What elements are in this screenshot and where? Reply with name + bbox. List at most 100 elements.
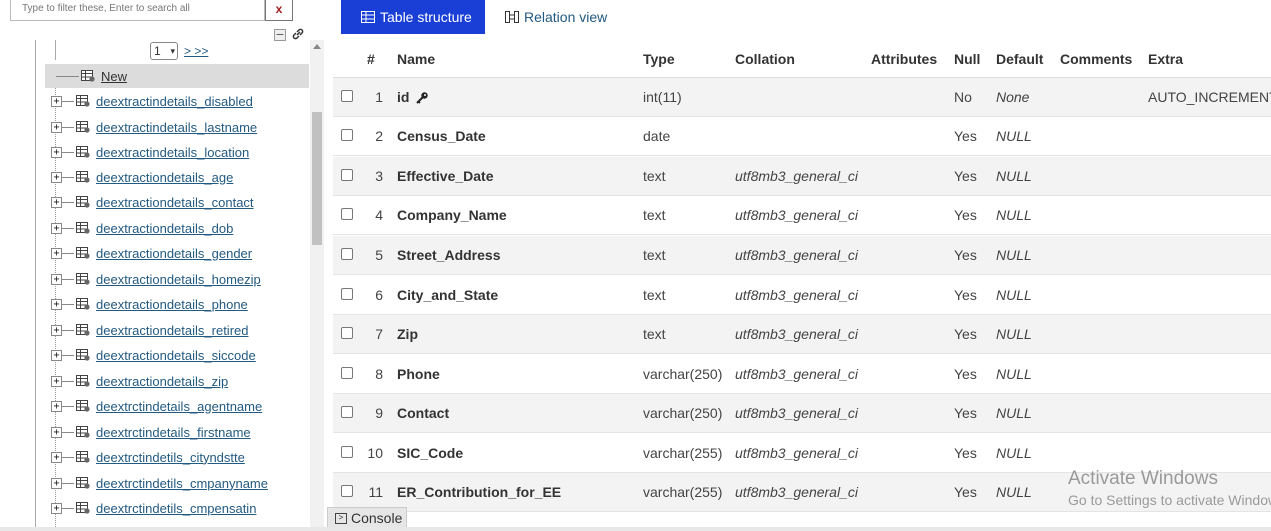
column-header-null[interactable]: Null <box>954 51 980 67</box>
row-checkbox[interactable] <box>341 248 353 260</box>
tree-item-new[interactable]: New <box>45 64 309 88</box>
expand-icon[interactable]: + <box>51 451 62 463</box>
tree-item-label[interactable]: deextractindetails_disabled <box>96 94 253 109</box>
column-collation: utf8mb3_general_ci <box>735 445 858 461</box>
table-icon <box>76 451 90 463</box>
tree-item-table[interactable]: + deextractiondetails_zip <box>45 369 309 393</box>
expand-icon[interactable]: + <box>51 298 62 310</box>
row-checkbox[interactable] <box>341 406 353 418</box>
tree-item-label[interactable]: deextractiondetails_dob <box>96 221 233 236</box>
tree-item-label[interactable]: deextrctindetils_cmpensatin <box>96 501 256 516</box>
tree-item-table[interactable]: + deextractiondetails_siccode <box>45 343 309 367</box>
tree-item-table[interactable]: + deextractiondetails_contact <box>45 190 309 214</box>
tree-item-table[interactable]: + deextractiondetails_gender <box>45 241 309 265</box>
column-header-extra[interactable]: Extra <box>1148 51 1183 67</box>
tree-item-table[interactable]: + deextractiondetails_phone <box>45 292 309 316</box>
expand-icon[interactable]: + <box>51 324 62 336</box>
column-name-text: SIC_Code <box>397 445 464 461</box>
tree-item-table[interactable]: + deextractindetails_location <box>45 140 309 164</box>
expand-icon[interactable]: + <box>51 171 62 183</box>
tree-item-table[interactable]: + deextrctindetils_cmpensatin <box>45 496 309 520</box>
column-header-comments[interactable]: Comments <box>1060 51 1132 67</box>
scroll-up-arrow-icon[interactable] <box>313 44 321 49</box>
scrollbar-thumb[interactable] <box>312 112 322 245</box>
tree-item-label[interactable]: deextractindetails_lastname <box>96 120 257 135</box>
tree-item-table[interactable]: + deextrctindetils_cmpanyname <box>45 471 309 495</box>
row-checkbox[interactable] <box>341 327 353 339</box>
tree-item-label[interactable]: deextractiondetails_zip <box>96 374 228 389</box>
tree-connector <box>62 303 74 305</box>
tree-connector <box>62 329 74 331</box>
next-page-link[interactable]: > >> <box>184 44 208 58</box>
clear-filter-button[interactable]: x <box>265 0 293 21</box>
page-select-value: 1 <box>154 44 161 58</box>
tree-item-label[interactable]: deextractiondetails_siccode <box>96 348 256 363</box>
tree-item-table[interactable]: + deextractiondetails_homezip <box>45 267 309 291</box>
row-checkbox[interactable] <box>341 367 353 379</box>
expand-icon[interactable]: + <box>51 502 62 514</box>
console-button[interactable]: > Console <box>327 507 407 529</box>
row-checkbox[interactable] <box>341 208 353 220</box>
column-header-name[interactable]: Name <box>397 51 435 67</box>
expand-icon[interactable]: + <box>51 196 62 208</box>
tree-item-table[interactable]: + deextrctindetils_cityndstte <box>45 445 309 469</box>
expand-icon[interactable]: + <box>51 273 62 285</box>
tree-item-label[interactable]: deextractiondetails_age <box>96 170 233 185</box>
column-header-attributes[interactable]: Attributes <box>871 51 937 67</box>
column-header-collation[interactable]: Collation <box>735 51 795 67</box>
tree-item-table[interactable]: + deextractiondetails_age <box>45 165 309 189</box>
column-collation: utf8mb3_general_ci <box>735 247 858 263</box>
expand-icon[interactable]: + <box>51 95 62 107</box>
row-checkbox[interactable] <box>341 485 353 497</box>
tree-item-table[interactable]: + deextrctindetails_agentname <box>45 394 309 418</box>
expand-icon[interactable]: + <box>51 400 62 412</box>
collapse-all-icon[interactable]: − <box>274 29 286 41</box>
tree-item-label[interactable]: deextractindetails_location <box>96 145 249 160</box>
row-checkbox[interactable] <box>341 446 353 458</box>
expand-icon[interactable]: + <box>51 349 62 361</box>
tree-item-table[interactable]: + deextractiondetails_dob <box>45 216 309 240</box>
row-checkbox[interactable] <box>341 288 353 300</box>
table-icon <box>76 426 90 438</box>
expand-icon[interactable]: + <box>51 375 62 387</box>
tree-item-table[interactable]: + deextractiondetails_retired <box>45 318 309 342</box>
table-icon <box>76 273 90 285</box>
tree-item-label[interactable]: deextrctindetails_firstname <box>96 425 251 440</box>
row-number: 9 <box>375 405 383 421</box>
tree-item-label[interactable]: New <box>101 69 127 84</box>
expand-icon[interactable]: + <box>51 146 62 158</box>
tree-connector <box>62 126 74 128</box>
column-collation: utf8mb3_general_ci <box>735 366 858 382</box>
row-checkbox[interactable] <box>341 129 353 141</box>
tree-item-table[interactable]: + deextractindetails_disabled <box>45 89 309 113</box>
tree-item-label[interactable]: deextrctindetils_cmpanyname <box>96 476 268 491</box>
tree-item-table[interactable]: + deextractindetails_lastname <box>45 115 309 139</box>
expand-icon[interactable]: + <box>51 222 62 234</box>
column-header-default[interactable]: Default <box>996 51 1043 67</box>
tree-item-label[interactable]: deextractiondetails_phone <box>96 297 248 312</box>
tree-item-label[interactable]: deextractiondetails_homezip <box>96 272 261 287</box>
row-checkbox[interactable] <box>341 169 353 181</box>
nav-scrollbar[interactable] <box>310 40 324 531</box>
column-null: Yes <box>954 484 977 500</box>
row-checkbox[interactable] <box>341 90 353 102</box>
expand-icon[interactable]: + <box>51 121 62 133</box>
page-select[interactable]: 1 ▾ <box>150 42 178 60</box>
expand-icon[interactable]: + <box>51 247 62 259</box>
expand-icon[interactable]: + <box>51 477 62 489</box>
column-name-text: City_and_State <box>397 287 499 303</box>
tree-item-label[interactable]: deextractiondetails_retired <box>96 323 248 338</box>
column-header-type[interactable]: Type <box>643 51 675 67</box>
tab-relation-view[interactable]: Relation view <box>505 0 607 34</box>
tree-item-table[interactable]: + deextrctindetails_firstname <box>45 420 309 444</box>
tree-connector <box>56 75 79 77</box>
tree-item-label[interactable]: deextrctindetils_cityndstte <box>96 450 245 465</box>
column-name-text: Zip <box>397 326 418 342</box>
table-filter-input[interactable]: Type to filter these, Enter to search al… <box>10 0 265 21</box>
expand-icon[interactable]: + <box>51 426 62 438</box>
tab-table-structure[interactable]: Table structure <box>341 0 485 34</box>
tree-item-label[interactable]: deextrctindetails_agentname <box>96 399 262 414</box>
tree-item-label[interactable]: deextractiondetails_contact <box>96 195 254 210</box>
link-icon[interactable] <box>291 27 305 41</box>
tree-item-label[interactable]: deextractiondetails_gender <box>96 246 252 261</box>
